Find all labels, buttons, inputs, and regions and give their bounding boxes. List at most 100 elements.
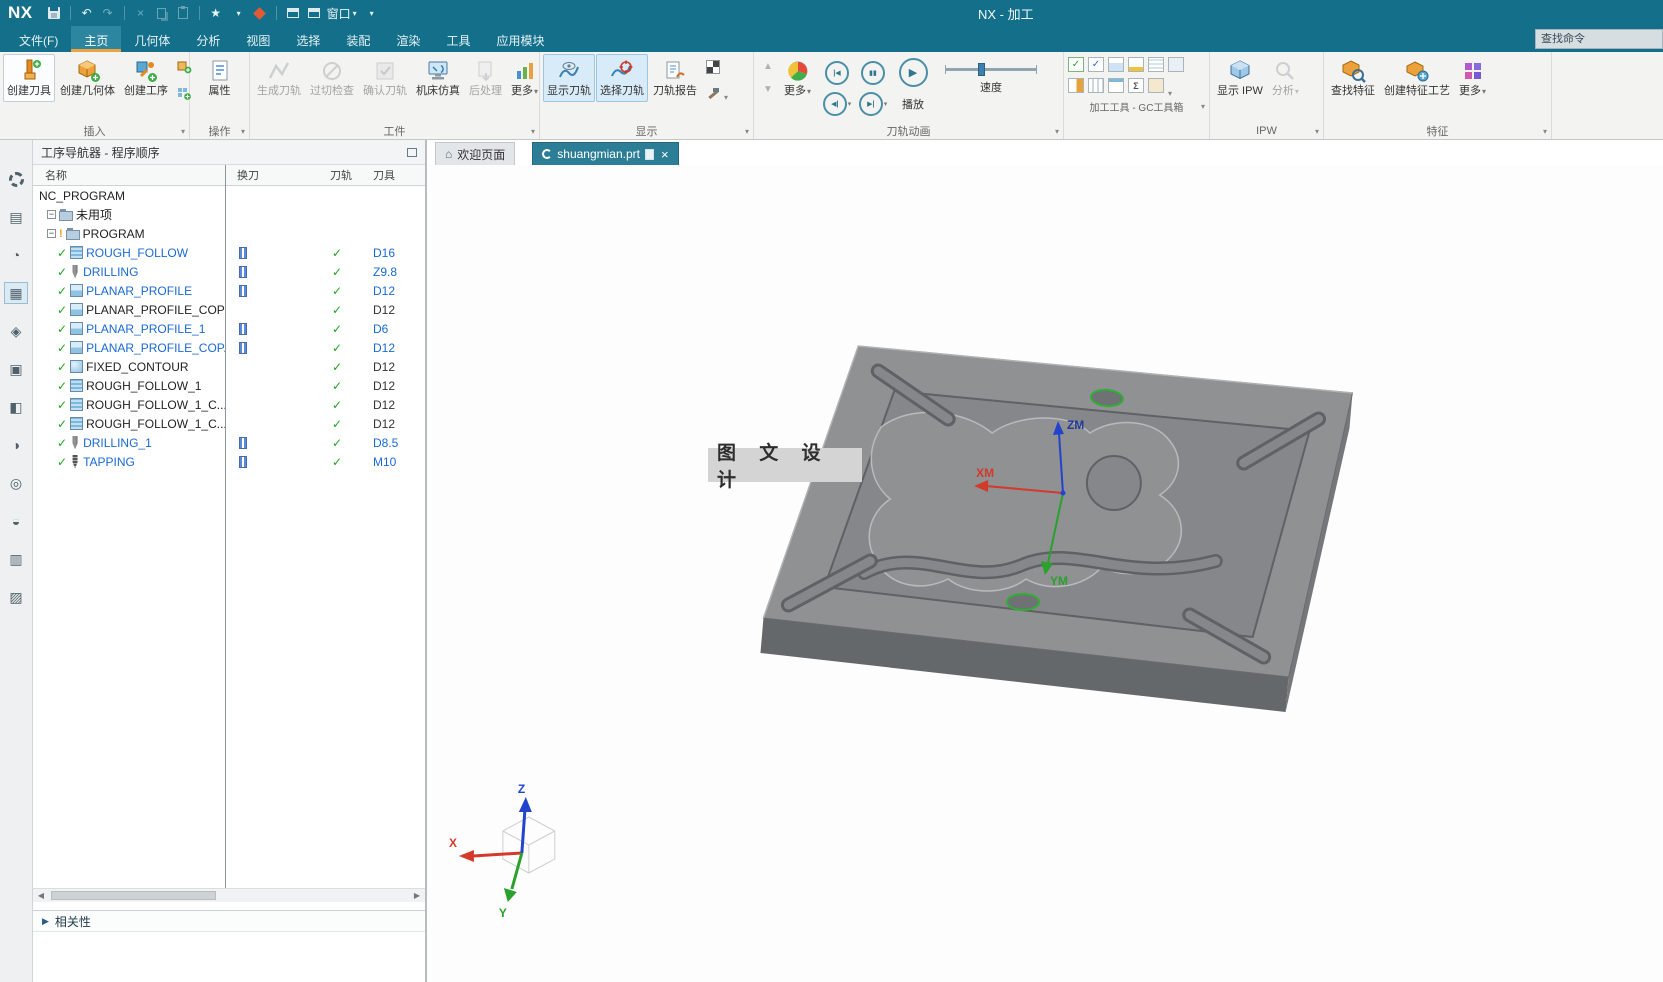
edit-display-icon[interactable] xyxy=(704,85,722,102)
gc-report-icon[interactable] xyxy=(1068,78,1084,93)
gc-doc-icon[interactable] xyxy=(1168,57,1184,72)
table-row[interactable]: −! PROGRAM xyxy=(33,224,425,243)
history-icon[interactable]: ◒ xyxy=(4,510,28,532)
properties-button[interactable]: 属性 xyxy=(203,54,237,102)
machining-feature-navigator-icon[interactable]: ◈ xyxy=(4,320,28,342)
machine-simulation-button[interactable]: 机床仿真 xyxy=(412,54,464,102)
operation-navigator-icon[interactable]: ▦ xyxy=(4,282,28,304)
chevron-down-icon[interactable]: ▾ xyxy=(884,100,888,108)
close-icon[interactable]: × xyxy=(661,148,669,161)
show-ipw-button[interactable]: 显示 IPW xyxy=(1213,54,1267,102)
chevron-down-icon[interactable]: ▾ xyxy=(1055,127,1059,136)
favorites-chevron-down-icon[interactable]: ▾ xyxy=(231,4,247,22)
tab-render[interactable]: 渲染 xyxy=(383,26,433,52)
table-row[interactable]: ✓ TAPPING ✓ M10 xyxy=(33,452,425,471)
tab-file[interactable]: 文件(F) xyxy=(6,26,71,52)
gc-card-icon[interactable] xyxy=(1108,57,1124,72)
tab-geometry[interactable]: 几何体 xyxy=(121,26,183,52)
chevron-down-icon[interactable]: ▾ xyxy=(1201,102,1205,111)
chevron-down-icon[interactable]: ▾ xyxy=(1543,127,1547,136)
favorites-star-icon[interactable]: ★ xyxy=(208,4,224,22)
roles-gear-icon[interactable] xyxy=(4,168,28,190)
tab-view[interactable]: 视图 xyxy=(233,26,283,52)
3d-canvas[interactable]: XM YM ZM X Z Y 图 文 设 计 xyxy=(427,165,1663,982)
table-row[interactable]: ✓ ROUGH_FOLLOW_1 ✓ D12 xyxy=(33,376,425,395)
layers-icon[interactable]: ▨ xyxy=(4,586,28,608)
speed-slider-thumb[interactable] xyxy=(978,63,986,76)
copy-icon[interactable] xyxy=(154,4,170,22)
play-button[interactable]: ▶ xyxy=(898,58,928,87)
save-icon[interactable] xyxy=(46,4,62,22)
reuse-library-icon[interactable]: ◧ xyxy=(4,396,28,418)
cascade-window-icon[interactable] xyxy=(306,4,322,22)
tab-part-shuangmian[interactable]: shuangmian.prt × xyxy=(532,142,679,165)
tab-welcome-page[interactable]: ⌂ 欢迎页面 xyxy=(435,142,516,165)
part-3d-view[interactable]: XM YM ZM X Z Y xyxy=(427,165,1663,982)
chevron-down-icon[interactable]: ▾ xyxy=(745,127,749,136)
feature-more-button[interactable]: 更多▾ xyxy=(1455,54,1490,102)
step-forward-button[interactable]: ▶| xyxy=(858,91,883,116)
tree-expander-icon[interactable]: − xyxy=(47,210,56,219)
select-toolpath-button[interactable]: 选择刀轨 xyxy=(596,54,648,102)
tab-selection[interactable]: 选择 xyxy=(283,26,333,52)
dependencies-section[interactable]: ▶ 相关性 xyxy=(33,910,425,932)
scrollbar-thumb[interactable] xyxy=(51,891,216,900)
table-row[interactable]: ✓ FIXED_CONTOUR ✓ D12 xyxy=(33,357,425,376)
gc-list-icon[interactable] xyxy=(1148,57,1164,72)
speed-slider[interactable] xyxy=(945,63,1038,76)
chevron-down-icon[interactable]: ▾ xyxy=(1168,89,1187,98)
constraint-navigator-icon[interactable]: ◔ xyxy=(4,244,28,266)
create-operation-button[interactable]: 创建工序 xyxy=(120,54,172,102)
wcs-origin[interactable] xyxy=(1060,490,1066,496)
create-tool-button[interactable]: 创建刀具 xyxy=(3,54,55,102)
tab-assembly[interactable]: 装配 xyxy=(333,26,383,52)
tab-tools[interactable]: 工具 xyxy=(433,26,483,52)
table-row[interactable]: ✓ DRILLING_1 ✓ D8.5 xyxy=(33,433,425,452)
gc-sheet-icon[interactable] xyxy=(1128,57,1144,72)
scroll-right-icon[interactable]: ▶ xyxy=(411,891,423,900)
tab-analysis[interactable]: 分析 xyxy=(183,26,233,52)
chevron-down-icon[interactable]: ▾ xyxy=(724,93,728,102)
gc-header-icon[interactable] xyxy=(1108,78,1124,93)
table-row[interactable]: ✓ ROUGH_FOLLOW_1_C... ✓ D12 xyxy=(33,395,425,414)
create-feature-process-button[interactable]: 创建特征工艺 xyxy=(1380,54,1454,102)
gc-check-tool-icon[interactable]: ✓ xyxy=(1068,57,1084,72)
panel-float-icon[interactable] xyxy=(407,147,417,157)
toolpath-report-button[interactable]: 刀轨报告 xyxy=(649,54,701,102)
table-row[interactable]: ✓ PLANAR_PROFILE ✓ D12 xyxy=(33,281,425,300)
chevron-down-icon[interactable]: ▾ xyxy=(241,127,245,136)
annotation-marker-icon[interactable] xyxy=(252,4,268,22)
column-header-toolpath[interactable]: 刀轨 xyxy=(318,167,365,183)
column-header-tool[interactable]: 刀具 xyxy=(365,167,425,183)
paste-icon[interactable] xyxy=(175,4,191,22)
table-row[interactable]: NC_PROGRAM xyxy=(33,186,425,205)
gc-sum-icon[interactable]: Σ xyxy=(1128,78,1144,93)
new-window-icon[interactable] xyxy=(285,4,301,22)
table-row[interactable]: ✓ ROUGH_FOLLOW_1_C... ✓ D12 xyxy=(33,414,425,433)
window-menu-button[interactable]: 窗口 ▾ xyxy=(327,4,357,22)
pause-button[interactable]: ▮▮ xyxy=(861,60,886,85)
table-row[interactable]: ✓ ROUGH_FOLLOW ✓ D16 xyxy=(33,243,425,262)
horizontal-scrollbar[interactable]: ◀ ▶ xyxy=(33,888,425,902)
redo-icon[interactable]: ↷ xyxy=(100,4,116,22)
chevron-down-icon[interactable]: ▾ xyxy=(181,127,185,136)
table-row[interactable]: ✓ PLANAR_PROFILE_COP... ✓ D12 xyxy=(33,338,425,357)
z-axis-arrow[interactable] xyxy=(518,797,532,812)
table-row[interactable]: − 未用项 xyxy=(33,205,425,224)
gc-table-icon[interactable] xyxy=(1088,78,1104,93)
y-axis-arrow[interactable] xyxy=(503,888,517,902)
cut-icon[interactable]: × xyxy=(133,4,149,22)
qat-more-chevron-icon[interactable]: ▾ xyxy=(364,4,380,22)
tree-expander-icon[interactable]: − xyxy=(47,229,56,238)
create-geometry-button[interactable]: 创建几何体 xyxy=(56,54,119,102)
x-axis-arrow[interactable] xyxy=(458,850,474,862)
tab-application-modules[interactable]: 应用模块 xyxy=(483,26,557,52)
chevron-down-icon[interactable]: ▾ xyxy=(531,127,535,136)
chevron-down-icon[interactable]: ▾ xyxy=(1315,127,1319,136)
column-header-name[interactable]: 名称 xyxy=(33,167,225,183)
go-to-start-button[interactable]: |◀ xyxy=(825,60,850,85)
view-orientation-triad[interactable]: X Z Y xyxy=(449,782,556,920)
table-row[interactable]: ✓ PLANAR_PROFILE_COPY ✓ D12 xyxy=(33,300,425,319)
animation-more-button[interactable]: 更多▾ xyxy=(780,54,815,102)
undo-icon[interactable]: ↶ xyxy=(79,4,95,22)
